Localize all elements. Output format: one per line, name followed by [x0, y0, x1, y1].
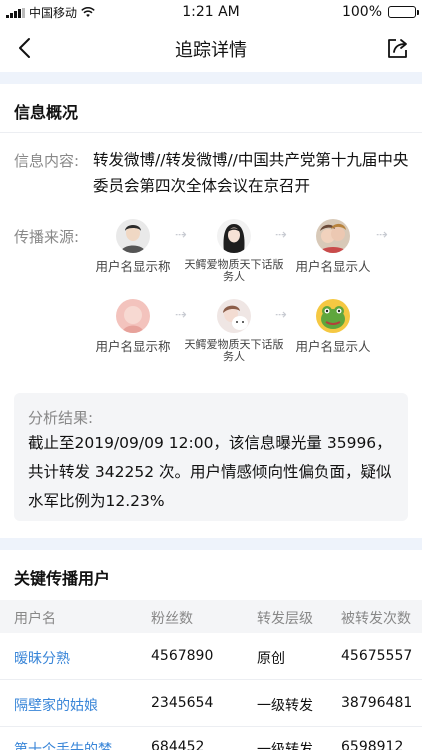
- analysis-title: 分析结果:: [28, 409, 94, 427]
- page-title: 追踪详情: [175, 40, 247, 61]
- reposted-count: 38796481: [341, 695, 413, 711]
- fans-count: 684452: [151, 739, 205, 750]
- chain-node-name: 用户名显示人: [295, 339, 371, 354]
- chain-node[interactable]: 用户名显示人: [283, 219, 383, 273]
- avatar-cat-girl-icon: [217, 299, 251, 333]
- avatar-pink-icon: [116, 299, 150, 333]
- avatar: [316, 219, 350, 253]
- username-link[interactable]: 第十个手牛的梦: [14, 739, 112, 750]
- avatar: [116, 219, 150, 253]
- reposted-count: 6598912: [341, 739, 404, 750]
- chain-node[interactable]: 天鳄爱物质天下话版务人: [184, 299, 284, 363]
- column-header: 被转发次数: [341, 611, 411, 627]
- share-button[interactable]: [382, 32, 414, 64]
- avatar-pair-icon: [316, 219, 350, 253]
- status-right: 100%: [341, 4, 419, 20]
- column-header: 转发层级: [257, 611, 313, 627]
- key-users-title: 关键传播用户: [14, 569, 111, 588]
- table-row[interactable]: 隔壁家的姑娘 2345654 一级转发 38796481: [0, 680, 422, 727]
- chain-node[interactable]: 用户名显示称: [83, 219, 183, 273]
- chain-node[interactable]: 用户名显示人: [283, 299, 383, 353]
- section-gap: [0, 72, 422, 84]
- table-row[interactable]: 暧昧分熟 4567890 原创 45675557: [0, 633, 422, 680]
- share-icon: [388, 39, 407, 58]
- repost-level: 一级转发: [257, 742, 313, 750]
- repost-level: 一级转发: [257, 698, 313, 714]
- battery-icon: [388, 6, 419, 18]
- analysis-text: 截止至2019/09/09 12:00，该信息曝光量 35996，共计转发 34…: [28, 434, 392, 510]
- avatar: [116, 299, 150, 333]
- nav-bar: 追踪详情: [0, 24, 422, 72]
- username-link[interactable]: 暧昧分熟: [14, 648, 70, 668]
- repost-level: 原创: [257, 651, 285, 667]
- arrow-right-icon: ⇢: [376, 227, 388, 243]
- content-label: 信息内容:: [14, 152, 80, 170]
- overview-divider: [0, 132, 422, 133]
- chain-node-name: 用户名显示称: [95, 339, 171, 354]
- fans-count: 4567890: [151, 648, 214, 664]
- table-row[interactable]: 第十个手牛的梦 684452 一级转发 6598912: [0, 727, 422, 750]
- chain-node[interactable]: 用户名显示称: [83, 299, 183, 353]
- fans-count: 2345654: [151, 695, 214, 711]
- chain-node-name: 用户名显示称: [95, 259, 171, 274]
- chain-node[interactable]: 天鳄爱物质天下话版务人: [184, 219, 284, 283]
- chain-node-name: 用户名显示人: [295, 259, 371, 274]
- propagation-chain: 用户名显示称 ⇢ 天鳄爱物质天下话版务人 ⇢ 用户名显示人 ⇢: [0, 219, 422, 283]
- avatar-frog-icon: [316, 299, 350, 333]
- section-gap: [0, 538, 422, 550]
- status-bar: 中国移动 1:21 AM 100%: [0, 0, 422, 24]
- table-header: 用户名 粉丝数 转发层级 被转发次数: [0, 600, 422, 633]
- battery-percent: 100%: [341, 4, 382, 20]
- username-link[interactable]: 隔壁家的姑娘: [14, 695, 98, 715]
- avatar: [217, 299, 251, 333]
- avatar-man-icon: [116, 219, 150, 253]
- chain-node-name: 天鳄爱物质天下话版务人: [184, 258, 284, 283]
- column-header: 用户名: [14, 611, 56, 627]
- column-header: 粉丝数: [151, 611, 193, 627]
- propagation-chain: 用户名显示称 ⇢ 天鳄爱物质天下话版务人 ⇢ 用户名显示人: [0, 299, 422, 363]
- analysis-panel: 分析结果: 截止至2019/09/09 12:00，该信息曝光量 35996，共…: [14, 393, 408, 521]
- overview-title: 信息概况: [14, 103, 79, 122]
- avatar: [217, 219, 251, 253]
- avatar: [316, 299, 350, 333]
- avatar-girl-icon: [217, 219, 251, 253]
- chain-node-name: 天鳄爱物质天下话版务人: [184, 338, 284, 363]
- reposted-count: 45675557: [341, 648, 413, 664]
- content-text: 转发微博//转发微博//中国共产党第十九届中央委员会第四次全体会议在京召开: [93, 151, 409, 195]
